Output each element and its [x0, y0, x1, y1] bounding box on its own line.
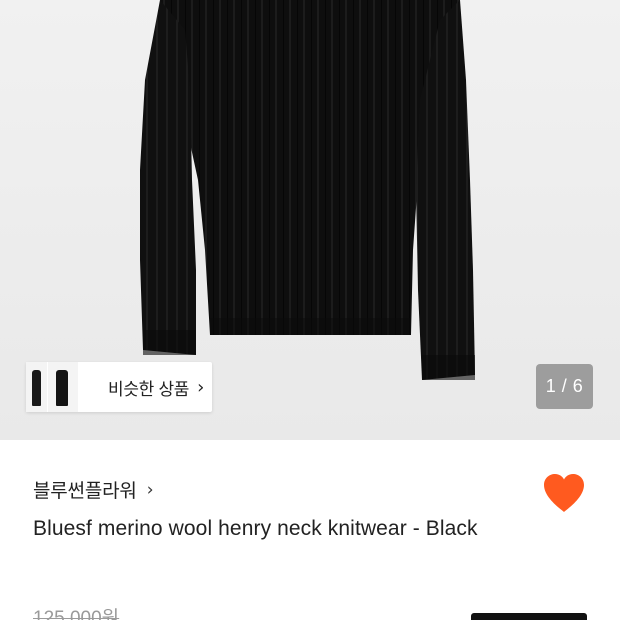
chevron-right-icon: ›	[146, 479, 154, 500]
brand-name: 블루썬플라워	[33, 481, 137, 502]
image-pager-indicator: 1 / 6	[536, 364, 593, 409]
similar-thumbnails	[26, 362, 78, 412]
product-image-gallery[interactable]: 비슷한 상품 › 1 / 6	[0, 0, 620, 440]
chevron-right-icon: ›	[197, 376, 205, 398]
purchase-button[interactable]	[471, 613, 587, 620]
similar-products-label: 비슷한 상품	[108, 379, 190, 399]
product-title: Bluesf merino wool henry neck knitwear -…	[33, 517, 478, 540]
heart-icon	[544, 474, 584, 512]
original-price: 125,000원	[33, 608, 120, 620]
similar-products-button[interactable]: 비슷한 상품 ›	[26, 362, 212, 412]
similar-thumbnail	[48, 362, 78, 412]
brand-link[interactable]: 블루썬플라워 ›	[33, 476, 154, 503]
wishlist-button[interactable]	[541, 472, 587, 514]
